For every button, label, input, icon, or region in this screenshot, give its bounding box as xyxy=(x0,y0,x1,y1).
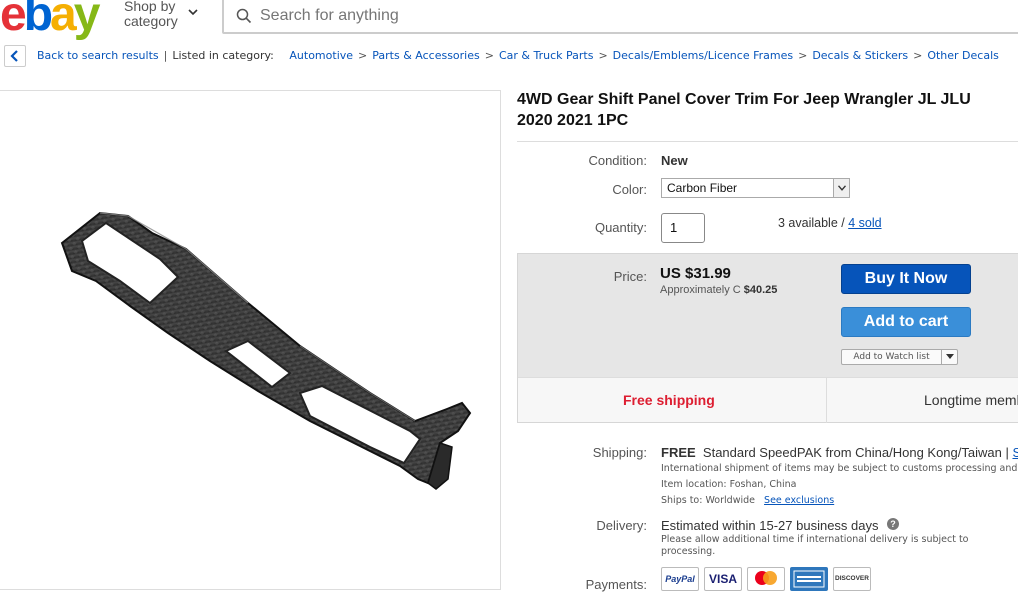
item-location-value: Foshan, China xyxy=(729,479,797,490)
add-to-watchlist-button[interactable]: Add to Watch list xyxy=(841,349,958,365)
breadcrumb-link[interactable]: Parts & Accessories xyxy=(372,49,479,62)
breadcrumb-separator: > xyxy=(358,49,368,62)
select-arrow xyxy=(833,179,849,197)
shop-by-category-button[interactable]: Shop by category xyxy=(124,0,198,29)
breadcrumb-separator: > xyxy=(913,49,923,62)
add-to-cart-button[interactable]: Add to cart xyxy=(841,307,971,337)
listed-in-label: Listed in category: xyxy=(172,49,274,62)
logo-letter-a: a xyxy=(50,0,77,41)
chevron-left-icon xyxy=(10,50,18,62)
breadcrumb-separator: > xyxy=(484,49,494,62)
condition-label: Condition: xyxy=(588,153,647,168)
color-select[interactable]: Carbon Fiber xyxy=(661,178,850,198)
color-selected-value: Carbon Fiber xyxy=(667,181,738,195)
help-icon[interactable]: ? xyxy=(887,518,899,530)
shop-by-line2: category xyxy=(124,13,178,29)
header: ebay Shop by category xyxy=(0,0,1018,40)
caret-down-icon xyxy=(946,354,954,359)
divider xyxy=(517,141,1018,142)
quantity-label: Quantity: xyxy=(594,220,647,235)
amex-icon xyxy=(793,570,825,588)
visa-logo: VISA xyxy=(704,567,742,591)
logo-letter-e: e xyxy=(0,0,27,41)
shop-by-line1: Shop by xyxy=(124,0,176,14)
search-bar[interactable] xyxy=(222,0,1018,34)
product-image xyxy=(60,211,472,490)
back-to-search-link[interactable]: Back to search results xyxy=(37,49,159,62)
strip-divider xyxy=(826,378,827,423)
amex-logo xyxy=(790,567,828,591)
ships-to-value: Worldwide xyxy=(705,495,755,506)
available-text: 3 available / xyxy=(778,216,849,230)
free-shipping-badge: Free shipping xyxy=(623,392,715,408)
shipping-service: Standard SpeedPAK from China/Hong Kong/T… xyxy=(702,445,1009,460)
chevron-down-icon xyxy=(188,9,198,16)
breadcrumb-row: Back to search results | Listed in categor… xyxy=(37,45,999,67)
color-label: Color: xyxy=(612,182,647,197)
approx-label: Approximately C xyxy=(660,284,744,296)
delivery-note-line2: processing. xyxy=(661,546,716,557)
breadcrumb-separator: > xyxy=(598,49,608,62)
quantity-input[interactable]: 1 xyxy=(661,213,705,243)
watch-list-dropdown[interactable] xyxy=(941,350,957,364)
delivery-estimate: Estimated within 15-27 business days xyxy=(661,518,879,533)
product-image-panel[interactable] xyxy=(0,90,501,590)
watch-list-label: Add to Watch list xyxy=(853,352,930,362)
approx-value: $40.25 xyxy=(743,284,778,296)
ships-to-label: Ships to: xyxy=(661,495,703,506)
mastercard-logo xyxy=(747,567,785,591)
longtime-member-badge: Longtime memb xyxy=(924,392,1018,408)
item-title-line1: 4WD Gear Shift Panel Cover Trim For Jeep… xyxy=(517,91,971,108)
shipping-label: Shipping: xyxy=(592,445,647,460)
item-location: Item location: Foshan, China xyxy=(661,479,797,490)
payments-label: Payments: xyxy=(585,577,647,592)
breadcrumb-link[interactable]: Other Decals xyxy=(927,49,999,62)
shipping-free: FREE xyxy=(661,445,696,460)
price-label: Price: xyxy=(613,269,647,284)
logo-letter-y: y xyxy=(73,0,101,41)
see-exclusions-link[interactable]: See exclusions xyxy=(764,495,834,506)
sold-link[interactable]: 4 sold xyxy=(848,216,881,230)
customs-note: International shipment of items may be s… xyxy=(661,463,1018,474)
ships-to: Ships to: Worldwide See exclusions xyxy=(661,495,834,506)
shipping-summary: FREE Standard SpeedPAK from China/Hong K… xyxy=(661,445,1018,460)
condition-value: New xyxy=(661,153,688,168)
search-icon xyxy=(236,8,252,24)
buy-it-now-button[interactable]: Buy It Now xyxy=(841,264,971,294)
delivery-note-line1: Please allow additional time if internat… xyxy=(661,534,969,545)
item-location-label: Item location: xyxy=(661,479,727,490)
search-input[interactable] xyxy=(260,4,960,28)
breadcrumb-link[interactable]: Automotive xyxy=(289,49,353,62)
availability: 3 available / 4 sold xyxy=(778,216,882,230)
breadcrumb-link[interactable]: Car & Truck Parts xyxy=(499,49,593,62)
chevron-down-icon xyxy=(838,185,846,191)
breadcrumb-separator: > xyxy=(798,49,808,62)
breadcrumb-divider: | xyxy=(163,49,168,62)
breadcrumb-link[interactable]: Decals/Emblems/Licence Frames xyxy=(613,49,793,62)
discover-logo: DISCOVER xyxy=(833,567,871,591)
logo-letter-b: b xyxy=(23,0,53,41)
delivery-label: Delivery: xyxy=(596,518,647,533)
ebay-logo[interactable]: ebay xyxy=(0,0,118,40)
item-title-line2: 2020 2021 1PC xyxy=(517,112,629,129)
item-title: 4WD Gear Shift Panel Cover Trim For Jeep… xyxy=(517,89,1018,131)
breadcrumb-link[interactable]: Decals & Stickers xyxy=(812,49,908,62)
shipping-details-link[interactable]: Se xyxy=(1012,445,1018,460)
approx-price: Approximately C $40.25 xyxy=(660,284,777,296)
mastercard-icon xyxy=(755,571,777,585)
back-button[interactable] xyxy=(4,45,26,67)
breadcrumb: Back to search results | Listed in categor… xyxy=(4,45,1018,67)
price-value: US $31.99 xyxy=(660,265,731,282)
paypal-logo: PayPal xyxy=(661,567,699,591)
